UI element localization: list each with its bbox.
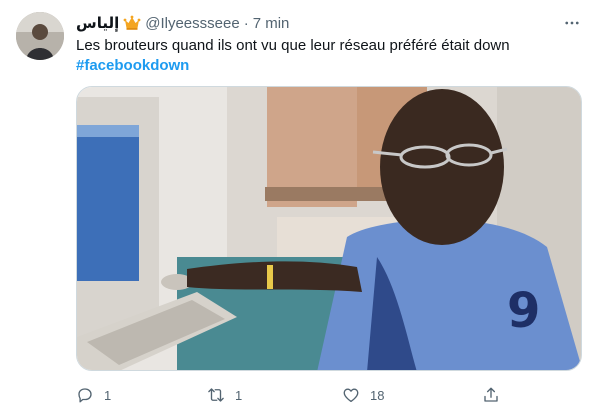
separator-dot: ·: [243, 14, 249, 32]
retweet-icon: [208, 388, 224, 402]
reply-count: 1: [104, 387, 112, 403]
hashtag-link[interactable]: #facebookdown: [76, 56, 189, 76]
share-button[interactable]: [482, 384, 500, 406]
share-icon: [484, 387, 498, 402]
heart-icon: [343, 388, 359, 403]
tweet-card[interactable]: إلياس @Ilyeessseee · 7 min Les brouteurs…: [0, 0, 598, 415]
display-name[interactable]: إلياس: [76, 14, 119, 32]
svg-text:9: 9: [507, 283, 540, 339]
tweet-image[interactable]: 9: [76, 86, 582, 371]
reply-icon: [78, 388, 92, 403]
retweet-button[interactable]: 1: [207, 384, 242, 406]
like-count: 18: [370, 387, 385, 403]
avatar[interactable]: [16, 12, 64, 60]
user-handle[interactable]: @Ilyeessseee: [145, 15, 239, 32]
tweet-text: Les brouteurs quand ils ont vu que leur …: [76, 36, 576, 76]
retweet-count: 1: [235, 387, 243, 403]
more-options-button[interactable]: [560, 11, 584, 35]
tweet-header: إلياس @Ilyeessseee · 7 min: [76, 13, 289, 33]
like-button[interactable]: 18: [342, 384, 384, 406]
crown-emoji-icon: [123, 14, 141, 32]
tweet-actions: 1 1 18: [76, 384, 526, 406]
timestamp[interactable]: 7 min: [253, 15, 290, 32]
reply-button[interactable]: 1: [76, 384, 111, 406]
tweet-body: Les brouteurs quand ils ont vu que leur …: [76, 37, 510, 54]
more-dots-icon: [565, 21, 579, 25]
